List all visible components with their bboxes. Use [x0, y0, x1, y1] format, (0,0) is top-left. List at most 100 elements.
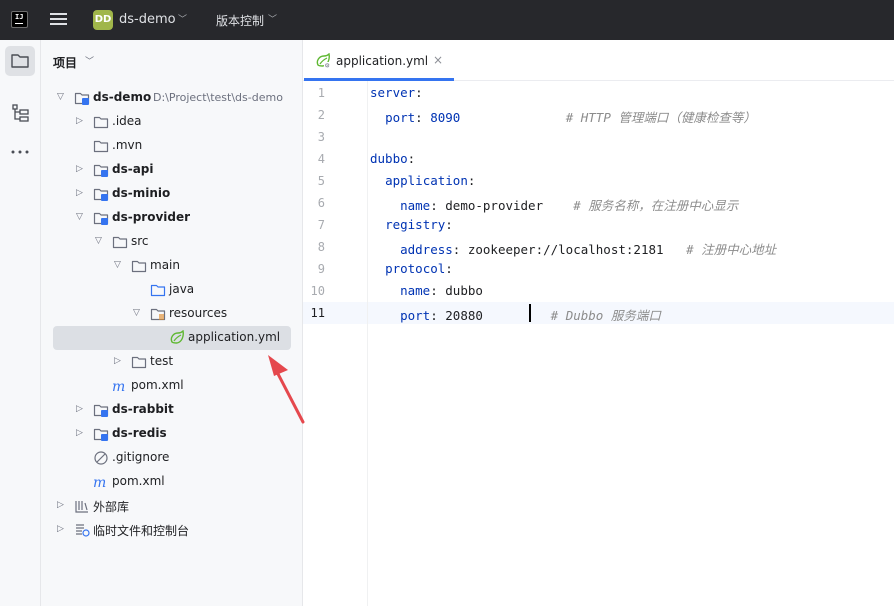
panel-title[interactable]: 项目 — [53, 54, 77, 71]
folder-icon — [11, 54, 29, 68]
tree-item-label: pom.xml — [131, 378, 184, 392]
chevron-down-icon[interactable]: ﹀ — [268, 12, 277, 25]
code-text: name: dubbo — [370, 283, 483, 298]
tree-item[interactable]: ▷ .idea — [53, 110, 291, 134]
tree-item[interactable]: ▷ test — [53, 350, 291, 374]
tree-item[interactable]: ▽ resources — [53, 302, 291, 326]
tree-item[interactable]: application.yml — [53, 326, 291, 350]
code-text: port: 20880 # Dubbo 服务端口 — [370, 305, 661, 324]
code-token: : — [445, 217, 453, 232]
chevron-down-icon[interactable]: ﹀ — [85, 54, 94, 67]
tree-item-label: 外部库 — [93, 500, 130, 514]
code-line: 1 server: — [303, 82, 894, 104]
tree-item[interactable]: ▽ ds-provider — [53, 206, 291, 230]
yaml-key: port — [385, 110, 416, 125]
tree-item[interactable]: ▷ 外部库 — [53, 494, 291, 518]
code-editor[interactable]: 1 server: 2 port: 8090 # HTTP 管理端口（健康检查等） 3… — [303, 81, 894, 606]
more-tools-button[interactable] — [5, 137, 35, 167]
chevron-right-icon[interactable]: ▷ — [76, 116, 83, 126]
line-number: 1 — [317, 86, 325, 100]
chevron-down-icon[interactable]: ▽ — [95, 236, 102, 246]
close-icon[interactable]: × — [433, 53, 443, 67]
line-number: 11 — [310, 306, 325, 320]
tree-item[interactable]: m pom.xml — [53, 374, 291, 398]
chevron-right-icon[interactable]: ▷ — [57, 500, 64, 510]
code-text: port: 8090 # HTTP 管理端口（健康检查等） — [370, 107, 756, 126]
tree-item-label: main — [150, 258, 180, 272]
folder-icon — [112, 234, 128, 253]
tree-item[interactable]: ▷ ds-api — [53, 158, 291, 182]
svg-text:m: m — [93, 475, 106, 490]
chevron-right-icon[interactable]: ▷ — [76, 404, 83, 414]
code-line: 7 registry: — [303, 214, 894, 236]
tree-item-label: ds-minio — [112, 186, 171, 200]
chevron-down-icon[interactable]: ▽ — [114, 260, 121, 270]
tree-item-label: java — [169, 282, 195, 296]
yaml-key: name — [400, 198, 431, 213]
code-text: protocol: — [370, 261, 453, 276]
chevron-down-icon[interactable]: ▽ — [76, 212, 83, 222]
module-icon — [93, 402, 109, 421]
resources-folder-icon — [150, 306, 166, 325]
tree-item[interactable]: ▽ src — [53, 230, 291, 254]
project-tool-button[interactable] — [5, 46, 35, 76]
code-token: : — [415, 85, 423, 100]
yaml-key: name — [400, 283, 431, 298]
project-switcher[interactable]: ds-demo — [119, 12, 176, 27]
tree-item-label: .mvn — [112, 138, 143, 152]
yaml-key: dubbo — [370, 151, 408, 166]
chevron-right-icon[interactable]: ▷ — [76, 428, 83, 438]
vcs-menu[interactable]: 版本控制 — [216, 12, 264, 29]
chevron-down-icon[interactable]: ▽ — [133, 308, 140, 318]
main-menu-icon[interactable] — [50, 13, 67, 26]
yaml-key: registry — [385, 217, 446, 232]
yaml-key: application — [385, 173, 468, 188]
module-icon — [93, 162, 109, 181]
project-badge[interactable]: DD — [93, 10, 113, 30]
app-logo-icon[interactable]: IJ — [11, 11, 28, 28]
tree-item[interactable]: .mvn — [53, 134, 291, 158]
code-line: 3 — [303, 126, 894, 148]
tree-item[interactable]: m pom.xml — [53, 470, 291, 494]
chevron-down-icon[interactable]: ▽ — [57, 92, 64, 102]
structure-tool-button[interactable] — [5, 98, 35, 128]
tree-item[interactable]: ▽ main — [53, 254, 291, 278]
line-number: 10 — [310, 284, 325, 298]
folder-icon — [93, 114, 109, 133]
library-icon — [74, 498, 90, 517]
line-number: 9 — [317, 262, 325, 276]
ignore-icon — [93, 450, 109, 469]
tab-label: application.yml — [336, 54, 429, 68]
yaml-key: 8090 — [430, 110, 461, 125]
code-token: : dubbo — [430, 283, 483, 298]
tree-item[interactable]: ▷ ds-minio — [53, 182, 291, 206]
tree-item[interactable]: ▷ ds-redis — [53, 422, 291, 446]
code-text: dubbo: — [370, 151, 415, 166]
chevron-right-icon[interactable]: ▷ — [76, 188, 83, 198]
line-number: 2 — [317, 108, 325, 122]
tree-item-label: resources — [169, 306, 228, 320]
chevron-right-icon[interactable]: ▷ — [76, 164, 83, 174]
tool-window-strip — [0, 40, 41, 606]
chevron-right-icon[interactable]: ▷ — [57, 524, 64, 534]
chevron-down-icon[interactable]: ﹀ — [178, 12, 187, 25]
tree-item[interactable]: ▷ 临时文件和控制台 — [53, 518, 291, 542]
folder-icon — [131, 354, 147, 373]
maven-icon: m — [93, 474, 109, 493]
tree-item[interactable]: java — [53, 278, 291, 302]
tree-item[interactable]: ▷ ds-rabbit — [53, 398, 291, 422]
line-number: 7 — [317, 218, 325, 232]
tree-item[interactable]: ▽ ds-demo D:\Project\test\ds-demo — [53, 86, 291, 110]
chevron-right-icon[interactable]: ▷ — [114, 356, 121, 366]
tree-item-label: .gitignore — [112, 450, 170, 464]
text-caret — [529, 304, 531, 322]
code-line: 5 application: — [303, 170, 894, 192]
module-icon — [93, 186, 109, 205]
tree-item[interactable]: .gitignore — [53, 446, 291, 470]
code-text: server: — [370, 85, 423, 100]
tab-application-yml[interactable]: ⚙ application.yml × — [303, 40, 454, 81]
